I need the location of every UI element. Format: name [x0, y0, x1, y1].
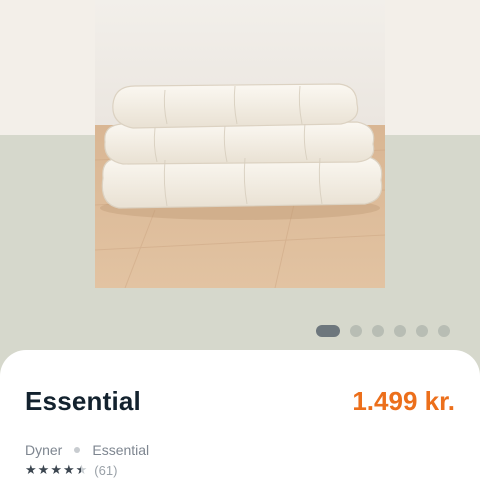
carousel-dot-3[interactable]	[372, 325, 384, 337]
star-half-icon: ★★	[75, 462, 88, 477]
carousel-dot-2[interactable]	[350, 325, 362, 337]
carousel-dot-1[interactable]	[316, 325, 340, 337]
star-full-icon: ★	[62, 462, 75, 477]
carousel-dot-4[interactable]	[394, 325, 406, 337]
product-title: Essential	[25, 386, 141, 416]
carousel-dots	[316, 325, 450, 337]
star-full-icon: ★	[25, 462, 37, 477]
carousel-dot-6[interactable]	[438, 325, 450, 337]
breadcrumb-item-product[interactable]: Essential	[92, 442, 149, 458]
rating[interactable]: ★★★★★★ (61)	[25, 462, 117, 478]
breadcrumb-item-category[interactable]: Dyner	[25, 442, 62, 458]
star-full-icon: ★	[50, 462, 62, 477]
folded-duvet-photo	[95, 0, 385, 288]
review-count: (61)	[94, 462, 118, 478]
carousel-dot-5[interactable]	[416, 325, 428, 337]
star-rating: ★★★★★★	[25, 462, 87, 478]
star-full-icon: ★	[37, 462, 50, 477]
breadcrumb: Dyner Essential	[25, 442, 149, 458]
product-image[interactable]	[95, 0, 385, 288]
product-price: 1.499 kr.	[352, 386, 455, 416]
product-info-card: Essential 1.499 kr. Dyner Essential ★ ★ ★ ★…	[0, 350, 480, 490]
breadcrumb-separator	[74, 447, 81, 453]
